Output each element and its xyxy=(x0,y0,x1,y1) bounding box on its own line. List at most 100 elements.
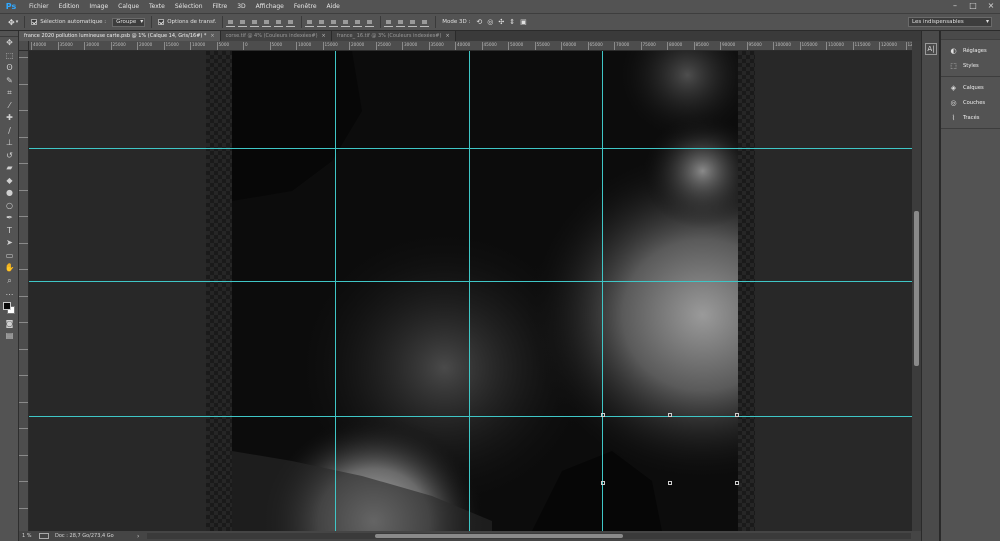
document-canvas[interactable] xyxy=(206,51,755,531)
screen-mode-icon[interactable]: ▤ xyxy=(0,330,19,343)
lasso-tool-icon[interactable]: ʘ xyxy=(0,62,19,75)
roll-3d-icon[interactable]: ◎ xyxy=(487,18,493,26)
transform-handle[interactable] xyxy=(668,481,672,485)
document-profile-icon[interactable] xyxy=(39,533,49,539)
transform-handle[interactable] xyxy=(601,413,605,417)
vertical-guide[interactable] xyxy=(335,51,336,531)
align-icon[interactable] xyxy=(353,18,363,27)
auto-select-checkbox[interactable]: Sélection automatique : xyxy=(31,19,106,25)
panel-dock-grip[interactable] xyxy=(941,31,1000,40)
align-icon[interactable] xyxy=(365,18,375,27)
paint-bucket-tool-icon[interactable]: ◆ xyxy=(0,175,19,188)
menu-item[interactable]: Filtre xyxy=(208,0,233,13)
workspace-dropdown[interactable]: Les indispensables xyxy=(908,17,992,27)
eyedropper-tool-icon[interactable]: ⁄ xyxy=(0,100,19,113)
close-icon[interactable]: × xyxy=(445,33,449,39)
panel-item-channels[interactable]: ◎ Couches xyxy=(941,95,1000,110)
close-button[interactable]: × xyxy=(986,1,996,11)
type-tool-icon[interactable]: T xyxy=(0,225,19,238)
transform-controls-checkbox[interactable]: Options de transf. xyxy=(158,19,216,25)
menu-item[interactable]: Image xyxy=(84,0,113,13)
tab-document-france-2020[interactable]: france 2020 pollution lumineuse carte.ps… xyxy=(19,31,221,41)
horizontal-guide[interactable] xyxy=(29,281,912,282)
eraser-tool-icon[interactable]: ▰ xyxy=(0,162,19,175)
dodge-tool-icon[interactable]: ○ xyxy=(0,200,19,213)
path-select-tool-icon[interactable]: ➤ xyxy=(0,237,19,250)
align-icon[interactable] xyxy=(317,18,327,27)
align-icon[interactable] xyxy=(329,18,339,27)
align-icon[interactable] xyxy=(305,18,315,27)
transform-handle[interactable] xyxy=(735,413,739,417)
minimize-button[interactable]: – xyxy=(950,1,960,11)
menu-item[interactable]: Texte xyxy=(144,0,170,13)
close-icon[interactable]: × xyxy=(322,33,326,39)
vertical-scrollbar-thumb[interactable] xyxy=(914,211,919,366)
quick-mask-icon[interactable]: ◙ xyxy=(0,318,19,331)
align-icon[interactable] xyxy=(250,18,260,27)
foreground-color-swatch[interactable] xyxy=(3,301,11,310)
scale-3d-icon[interactable]: ▣ xyxy=(520,18,527,26)
menu-item[interactable]: Fenêtre xyxy=(289,0,322,13)
vertical-scrollbar[interactable] xyxy=(912,41,921,531)
vertical-ruler[interactable] xyxy=(19,51,29,531)
panel-item-adjustments[interactable]: ◐ Réglages xyxy=(941,43,1000,58)
vertical-guide[interactable] xyxy=(602,51,603,531)
character-panel-icon[interactable]: A| xyxy=(925,43,937,55)
vertical-guide[interactable] xyxy=(469,51,470,531)
maximize-button[interactable]: □ xyxy=(968,1,978,11)
tab-document-corse[interactable]: corse.tif @ 4% (Couleurs indexées#) × xyxy=(220,31,332,41)
clone-stamp-tool-icon[interactable]: ⊥ xyxy=(0,137,19,150)
crop-tool-icon[interactable]: ⌗ xyxy=(0,87,19,100)
canvas-area[interactable] xyxy=(29,51,912,531)
rotate-3d-icon[interactable]: ⟲ xyxy=(476,18,482,26)
menu-item[interactable]: 3D xyxy=(232,0,250,13)
align-icon[interactable] xyxy=(286,18,296,27)
horizontal-guide[interactable] xyxy=(29,416,912,417)
slide-3d-icon[interactable]: ⇕ xyxy=(509,18,515,26)
auto-select-dropdown[interactable]: Groupe xyxy=(112,17,146,27)
transform-handle[interactable] xyxy=(668,413,672,417)
align-icon[interactable] xyxy=(274,18,284,27)
tab-document-france-16[interactable]: france_ 16.tif @ 3% (Couleurs indexées#)… xyxy=(331,31,456,41)
horizontal-scrollbar-thumb[interactable] xyxy=(375,534,623,538)
hand-tool-icon[interactable]: ✋ xyxy=(0,262,19,275)
align-icon[interactable] xyxy=(408,18,418,27)
move-tool-icon[interactable]: ✥ xyxy=(0,37,19,50)
status-menu-arrow[interactable]: › xyxy=(137,533,147,540)
align-icon[interactable] xyxy=(384,18,394,27)
pen-tool-icon[interactable]: ✒ xyxy=(0,212,19,225)
history-brush-tool-icon[interactable]: ↺ xyxy=(0,150,19,163)
menu-item[interactable]: Aide xyxy=(322,0,345,13)
transform-handle[interactable] xyxy=(735,481,739,485)
healing-brush-tool-icon[interactable]: ✚ xyxy=(0,112,19,125)
align-icon[interactable] xyxy=(420,18,430,27)
drag-3d-icon[interactable]: ✣ xyxy=(498,18,504,26)
marquee-tool-icon[interactable]: ⬚ xyxy=(0,50,19,63)
blur-tool-icon[interactable]: ● xyxy=(0,187,19,200)
extra-tools-icon[interactable]: … xyxy=(0,287,19,300)
zoom-level[interactable]: 1 % xyxy=(19,533,35,539)
panel-item-styles[interactable]: ⬚ Styles xyxy=(941,58,1000,73)
menu-item[interactable]: Calque xyxy=(113,0,144,13)
horizontal-scrollbar[interactable] xyxy=(147,533,911,539)
menu-item[interactable]: Edition xyxy=(54,0,85,13)
brush-tool-icon[interactable]: ∕ xyxy=(0,125,19,138)
align-icon[interactable] xyxy=(341,18,351,27)
tool-preset-picker[interactable]: ✥ ▾ xyxy=(8,18,18,27)
horizontal-guide[interactable] xyxy=(29,148,912,149)
align-icon[interactable] xyxy=(226,18,236,27)
panel-item-layers[interactable]: ◈ Calques xyxy=(941,80,1000,95)
zoom-tool-icon[interactable]: ⌕ xyxy=(0,275,19,288)
horizontal-ruler[interactable]: 40000 35000 30000 25000 20000 15000 10000 5000 0… xyxy=(29,41,912,51)
rectangle-tool-icon[interactable]: ▭ xyxy=(0,250,19,263)
menu-item[interactable]: Sélection xyxy=(170,0,208,13)
close-icon[interactable]: × xyxy=(210,33,214,39)
quick-select-tool-icon[interactable]: ✎ xyxy=(0,75,19,88)
align-icon[interactable] xyxy=(396,18,406,27)
transform-handle[interactable] xyxy=(601,481,605,485)
align-icon[interactable] xyxy=(238,18,248,27)
menu-item[interactable]: Fichier xyxy=(24,0,54,13)
menu-item[interactable]: Affichage xyxy=(251,0,289,13)
ruler-origin[interactable] xyxy=(19,41,29,51)
panel-item-paths[interactable]: ⌇ Tracés xyxy=(941,110,1000,125)
